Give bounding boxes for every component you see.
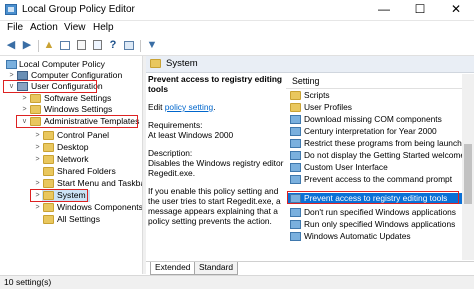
expand-icon[interactable]: > bbox=[34, 202, 41, 213]
expand-icon[interactable]: > bbox=[21, 93, 28, 104]
expand-icon[interactable]: > bbox=[34, 130, 41, 141]
folder-icon bbox=[30, 105, 41, 114]
menu-view[interactable]: View bbox=[64, 22, 86, 33]
maximize-button[interactable]: ☐ bbox=[402, 0, 438, 20]
policy-setting-icon bbox=[290, 163, 301, 172]
menu-action[interactable]: Action bbox=[30, 22, 58, 33]
policy-setting-icon bbox=[290, 127, 301, 136]
expand-icon[interactable]: > bbox=[34, 154, 41, 165]
description-text: Description: Disables the Windows registr… bbox=[148, 148, 284, 178]
settings-list: Setting Scripts User Profiles Download m… bbox=[286, 74, 462, 260]
policy-title: Prevent access to registry editing tools bbox=[148, 74, 283, 94]
menu-bar: File Action View Help bbox=[0, 21, 474, 36]
folder-icon bbox=[43, 155, 54, 164]
view-tabs: Extended Standard bbox=[146, 261, 474, 275]
policy-setting-icon bbox=[290, 232, 301, 241]
menu-file[interactable]: File bbox=[7, 22, 23, 33]
column-header-setting[interactable]: Setting bbox=[286, 74, 462, 89]
policy-setting-icon bbox=[290, 220, 301, 229]
policy-setting-icon bbox=[290, 115, 301, 124]
toolbar-separator bbox=[38, 40, 39, 52]
title-bar: Local Group Policy Editor — ☐ ✕ bbox=[0, 0, 474, 21]
policy-icon bbox=[6, 60, 17, 69]
back-icon[interactable]: ◀ bbox=[4, 39, 18, 52]
description-extra: If you enable this policy setting and th… bbox=[148, 186, 281, 226]
app-icon bbox=[5, 4, 17, 15]
folder-icon bbox=[150, 59, 161, 68]
status-bar: 10 setting(s) bbox=[0, 275, 474, 289]
list-item[interactable]: Do not display the Getting Started welco… bbox=[288, 150, 462, 161]
filter-icon[interactable]: ▼ bbox=[145, 39, 159, 52]
requirements: Requirements: At least Windows 2000 bbox=[148, 120, 234, 140]
minimize-button[interactable]: — bbox=[366, 0, 402, 20]
folder-icon bbox=[30, 94, 41, 103]
policy-setting-icon bbox=[290, 208, 301, 217]
policy-setting-icon bbox=[290, 175, 301, 184]
list-item[interactable]: Don't run specified Windows applications bbox=[288, 207, 462, 218]
details-header: System bbox=[146, 56, 474, 73]
edit-policy-line: Edit policy setting. bbox=[148, 102, 216, 112]
folder-icon bbox=[43, 203, 54, 212]
list-item[interactable]: User Profiles bbox=[288, 102, 462, 113]
properties-icon[interactable] bbox=[74, 39, 88, 52]
window-title: Local Group Policy Editor bbox=[22, 4, 135, 15]
folder-up-icon[interactable]: ▲ bbox=[42, 39, 56, 52]
export-list-icon[interactable] bbox=[90, 39, 104, 52]
tab-standard[interactable]: Standard bbox=[194, 262, 238, 275]
view-icon[interactable] bbox=[122, 39, 136, 52]
console-tree: Local Computer Policy > Computer Configu… bbox=[0, 56, 142, 274]
expand-icon[interactable]: > bbox=[34, 142, 41, 153]
folder-icon bbox=[43, 167, 54, 176]
expand-icon[interactable]: > bbox=[34, 178, 41, 189]
toolbar: ◀ ▶ ▲ ? ▼ bbox=[0, 37, 474, 56]
show-tree-icon[interactable] bbox=[58, 39, 72, 52]
tab-extended[interactable]: Extended bbox=[150, 262, 196, 275]
folder-icon bbox=[43, 143, 54, 152]
list-item[interactable]: Windows Automatic Updates bbox=[288, 231, 462, 242]
list-item[interactable]: Restrict these programs from being launc… bbox=[288, 138, 462, 149]
folder-icon bbox=[43, 179, 54, 188]
folder-icon bbox=[43, 131, 54, 140]
close-button[interactable]: ✕ bbox=[438, 0, 474, 20]
list-item[interactable]: Download missing COM components bbox=[288, 114, 462, 125]
highlight-box bbox=[287, 191, 459, 204]
forward-icon[interactable]: ▶ bbox=[20, 39, 34, 52]
list-item[interactable]: Century interpretation for Year 2000 bbox=[288, 126, 462, 137]
list-item[interactable]: Scripts bbox=[288, 90, 462, 101]
highlight-box bbox=[3, 80, 97, 93]
highlight-box bbox=[30, 189, 88, 202]
computer-icon bbox=[17, 71, 28, 80]
scrollbar-thumb[interactable] bbox=[464, 144, 472, 204]
policy-setting-icon bbox=[290, 151, 301, 160]
toolbar-separator bbox=[140, 40, 141, 52]
help-icon[interactable]: ? bbox=[106, 39, 120, 52]
list-item[interactable]: Prevent access to the command prompt bbox=[288, 174, 462, 185]
folder-icon bbox=[290, 91, 301, 100]
policy-setting-icon bbox=[290, 139, 301, 148]
highlight-box bbox=[16, 115, 138, 128]
edit-policy-link[interactable]: policy setting bbox=[165, 102, 213, 112]
vertical-scrollbar[interactable] bbox=[462, 74, 474, 260]
description-panel: Prevent access to registry editing tools… bbox=[148, 74, 284, 260]
menu-help[interactable]: Help bbox=[93, 22, 114, 33]
list-item[interactable]: Custom User Interface bbox=[288, 162, 462, 173]
details-header-title: System bbox=[166, 58, 198, 69]
expand-icon[interactable]: > bbox=[21, 104, 28, 115]
pane-splitter[interactable] bbox=[142, 56, 146, 274]
folder-icon bbox=[290, 103, 301, 112]
list-item[interactable]: Run only specified Windows applications bbox=[288, 219, 462, 230]
status-text: 10 setting(s) bbox=[4, 277, 52, 287]
folder-icon bbox=[43, 215, 54, 224]
